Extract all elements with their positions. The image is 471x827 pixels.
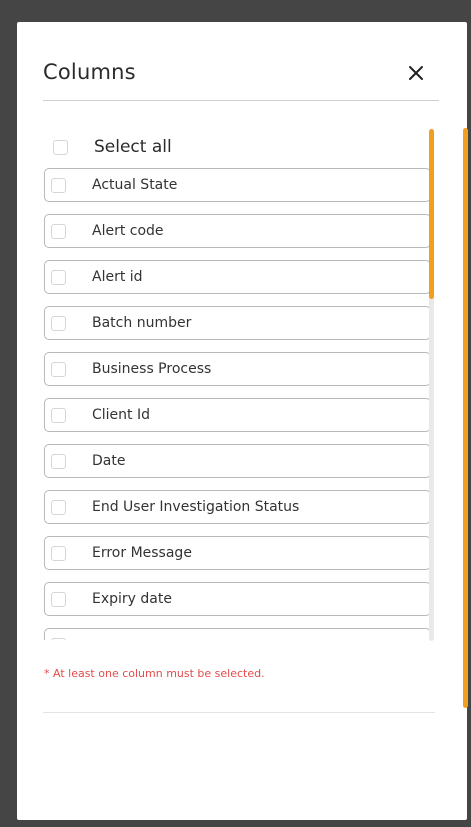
select-all-checkbox[interactable] [53,139,68,155]
column-label: Alert id [92,269,143,285]
column-item[interactable]: Date [44,444,431,478]
select-all-row[interactable]: Select all [44,130,404,164]
column-checkbox[interactable] [51,269,66,285]
validation-message: * At least one column must be selected. [44,667,265,680]
column-checkbox[interactable] [51,499,66,515]
column-item[interactable]: Expiry date [44,582,431,616]
column-checkbox[interactable] [51,223,66,239]
columns-dialog: Columns Select all Actual State Alert co… [17,22,468,820]
select-all-label: Select all [94,137,172,157]
column-item[interactable]: Client Id [44,398,431,432]
column-item[interactable]: Actual State [44,168,431,202]
column-label: Batch number [92,315,192,331]
column-label: Actual State [92,177,178,193]
column-label: Expiry date [92,591,172,607]
column-label: Alert code [92,223,164,239]
column-label: Date [92,453,126,469]
column-list[interactable]: Select all Actual State Alert code Alert… [44,130,434,640]
column-item[interactable]: Business Process [44,352,431,386]
header-divider [43,100,439,101]
list-scrollbar-thumb[interactable] [429,129,434,299]
column-checkbox[interactable] [51,407,66,423]
column-label: Error Message [92,545,192,561]
column-item[interactable] [44,628,431,640]
footer-divider [43,712,435,713]
close-icon [409,66,423,80]
column-checkbox[interactable] [51,591,66,607]
column-checkbox[interactable] [51,177,66,193]
column-label: Client Id [92,407,150,423]
column-item[interactable]: Batch number [44,306,431,340]
column-checkbox[interactable] [51,637,66,640]
column-checkbox[interactable] [51,453,66,469]
column-checkbox[interactable] [51,361,66,377]
dialog-title: Columns [43,60,136,84]
column-item[interactable]: End User Investigation Status [44,490,431,524]
column-label: Business Process [92,361,212,377]
dialog-scrollbar-thumb[interactable] [463,128,468,708]
close-button[interactable] [403,60,429,86]
column-checkbox[interactable] [51,315,66,331]
column-item[interactable]: Error Message [44,536,431,570]
column-checkbox[interactable] [51,545,66,561]
column-item[interactable]: Alert code [44,214,431,248]
column-item[interactable]: Alert id [44,260,431,294]
column-label: End User Investigation Status [92,499,300,515]
